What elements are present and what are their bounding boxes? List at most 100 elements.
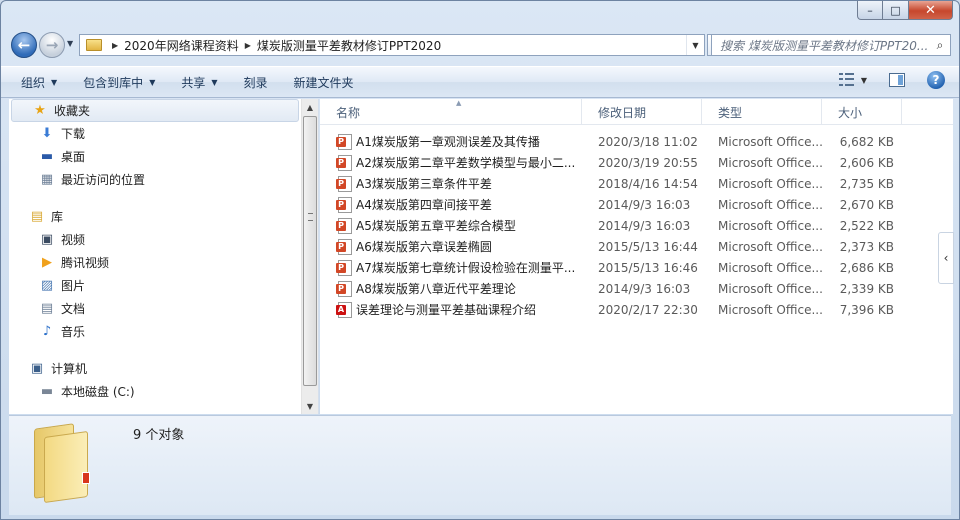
file-row[interactable]: A7煤炭版第七章统计假设检验在测量平... 2015/5/13 16:46 Micr…: [320, 257, 953, 278]
star-icon: ★: [34, 103, 46, 118]
change-view-icon[interactable]: [838, 73, 855, 87]
search-input[interactable]: 搜索 煤炭版测量平差教材修订PPT20...: [712, 37, 930, 54]
file-name: A7煤炭版第七章统计假设检验在测量平...: [356, 261, 576, 275]
file-date: 2020/3/18 11:02: [598, 134, 698, 149]
navigation-pane: ★ 收藏夹 ⬇ 下载 ▬ 桌面 ▦ 最近访问的位置 ▤ 库 ▣ 视频 ▶ 腾讯视频 ▨ 图片 ▤ 文档 ♪ 音乐 ▣ 计算…: [9, 99, 319, 414]
powerpoint-file-icon: [336, 238, 352, 255]
search-box[interactable]: 搜索 煤炭版测量平差教材修订PPT20... ⌕: [711, 34, 951, 56]
share-button[interactable]: 共享 ▼: [181, 74, 217, 91]
file-type: Microsoft Office...: [718, 239, 822, 254]
file-date: 2020/3/19 20:55: [598, 155, 698, 170]
recent-places-icon: ▦: [40, 172, 54, 187]
sidebar-group-computer[interactable]: ▣ 计算机: [9, 357, 301, 380]
maximize-button[interactable]: □: [883, 1, 909, 20]
column-header-date[interactable]: 修改日期: [582, 99, 702, 125]
file-size: 2,606 KB: [839, 155, 894, 170]
sidebar-group-label: 计算机: [51, 362, 88, 376]
powerpoint-file-icon: [336, 154, 352, 171]
column-header-row: ▲ 名称 修改日期 类型 大小: [320, 99, 953, 125]
file-size: 2,522 KB: [839, 218, 894, 233]
address-bar[interactable]: ▶ 2020年网络课程资料 ▶ 煤炭版测量平差教材修订PPT2020 ▼: [79, 34, 705, 56]
nav-scrollbar[interactable]: ▲ ▼: [301, 99, 318, 414]
powerpoint-file-icon: [336, 133, 352, 150]
folder-icon: [34, 423, 90, 504]
file-row[interactable]: A1煤炭版第一章观测误差及其传播 2020/3/18 11:02 Microsoft…: [320, 131, 953, 152]
organize-button[interactable]: 组织 ▼: [21, 74, 57, 91]
column-header-name[interactable]: ▲ 名称: [320, 99, 582, 125]
scroll-thumb[interactable]: [303, 116, 317, 386]
video-icon: ▣: [40, 232, 54, 247]
powerpoint-file-icon: [336, 196, 352, 213]
file-name: A3煤炭版第三章条件平差: [356, 177, 492, 191]
file-row[interactable]: A8煤炭版第八章近代平差理论 2014/9/3 16:03 Microsoft Of…: [320, 278, 953, 299]
new-folder-button[interactable]: 新建文件夹: [294, 74, 354, 91]
computer-icon: ▣: [30, 361, 44, 376]
sidebar-group-label: 库: [51, 210, 64, 224]
close-button[interactable]: ✕: [909, 1, 953, 20]
file-date: 2014/9/3 16:03: [598, 281, 691, 296]
file-row[interactable]: A3煤炭版第三章条件平差 2018/4/16 14:54 Microsoft Off…: [320, 173, 953, 194]
column-header-size[interactable]: 大小: [822, 99, 902, 125]
navigation-tree: ★ 收藏夹 ⬇ 下载 ▬ 桌面 ▦ 最近访问的位置 ▤ 库 ▣ 视频 ▶ 腾讯视频 ▨ 图片 ▤ 文档 ♪ 音乐 ▣ 计算…: [9, 99, 301, 403]
sidebar-item[interactable]: ▶ 腾讯视频: [9, 251, 301, 274]
file-name: A6煤炭版第六章误差椭圆: [356, 240, 492, 254]
file-type: Microsoft Office...: [718, 197, 822, 212]
sidebar-item-label: 音乐: [61, 325, 86, 339]
scroll-up-button[interactable]: ▲: [302, 99, 318, 115]
file-name-cell: A2煤炭版第二章平差数学模型与最小二...: [320, 154, 582, 171]
breadcrumb-separator[interactable]: ▶: [245, 41, 251, 50]
address-dropdown-button[interactable]: ▼: [686, 35, 704, 55]
back-button[interactable]: ←: [11, 32, 37, 58]
file-size: 2,339 KB: [839, 281, 894, 296]
recent-pages-button[interactable]: ▼: [67, 39, 73, 48]
sidebar-item[interactable]: ▬ 桌面: [9, 145, 301, 168]
share-label: 共享: [181, 75, 206, 90]
forward-button[interactable]: →: [39, 32, 65, 58]
file-name-cell: A1煤炭版第一章观测误差及其传播: [320, 133, 582, 150]
file-size: 2,373 KB: [839, 239, 894, 254]
sidebar-item[interactable]: ▤ 文档: [9, 297, 301, 320]
file-size: 7,396 KB: [839, 302, 894, 317]
file-date: 2018/4/16 14:54: [598, 176, 698, 191]
file-size: 2,686 KB: [839, 260, 894, 275]
minimize-button[interactable]: –: [857, 1, 883, 20]
sidebar-item[interactable]: ▬ 本地磁盘 (C:): [9, 380, 301, 403]
breadcrumb-item[interactable]: 2020年网络课程资料: [124, 37, 239, 54]
file-row[interactable]: A2煤炭版第二章平差数学模型与最小二... 2020/3/19 20:55 Micr…: [320, 152, 953, 173]
search-icon[interactable]: ⌕: [930, 38, 950, 53]
preview-pane-icon[interactable]: [889, 73, 905, 87]
column-name-label: 名称: [336, 105, 361, 120]
file-name: A2煤炭版第二章平差数学模型与最小二...: [356, 156, 576, 170]
burn-button[interactable]: 刻录: [244, 74, 268, 91]
breadcrumb-item[interactable]: 煤炭版测量平差教材修订PPT2020: [257, 37, 441, 54]
file-row[interactable]: A4煤炭版第四章间接平差 2014/9/3 16:03 Microsoft Offi…: [320, 194, 953, 215]
view-options-button[interactable]: ▼: [861, 76, 867, 85]
sidebar-item[interactable]: ♪ 音乐: [9, 320, 301, 343]
breadcrumb-separator[interactable]: ▶: [112, 41, 118, 50]
sidebar-item-label: 文档: [61, 302, 86, 316]
file-size: 2,670 KB: [839, 197, 894, 212]
include-in-library-button[interactable]: 包含到库中 ▼: [83, 74, 155, 91]
sidebar-item[interactable]: ▦ 最近访问的位置: [9, 168, 301, 191]
powerpoint-file-icon: [336, 175, 352, 192]
file-row[interactable]: A5煤炭版第五章平差综合模型 2014/9/3 16:03 Microsoft Of…: [320, 215, 953, 236]
sidebar-item[interactable]: ▣ 视频: [9, 228, 301, 251]
sidebar-item[interactable]: ▨ 图片: [9, 274, 301, 297]
chevron-down-icon: ▼: [211, 77, 218, 87]
file-row[interactable]: A6煤炭版第六章误差椭圆 2015/5/13 16:44 Microsoft Off…: [320, 236, 953, 257]
sort-ascending-icon: ▲: [456, 99, 462, 107]
file-row[interactable]: 误差理论与测量平差基础课程介绍 2020/2/17 22:30 Microsoft …: [320, 299, 953, 320]
file-name-cell: A8煤炭版第八章近代平差理论: [320, 280, 582, 297]
help-icon[interactable]: ?: [927, 71, 945, 89]
sidebar-group-libraries[interactable]: ▤ 库: [9, 205, 301, 228]
file-rows: A1煤炭版第一章观测误差及其传播 2020/3/18 11:02 Microsoft…: [320, 131, 953, 320]
column-header-type[interactable]: 类型: [702, 99, 822, 125]
sidebar-group-favorites[interactable]: ★ 收藏夹: [11, 99, 299, 122]
sidebar-item-label: 视频: [61, 233, 86, 247]
file-name: 误差理论与测量平差基础课程介绍: [356, 303, 537, 317]
sidebar-item[interactable]: ⬇ 下载: [9, 122, 301, 145]
powerpoint-file-icon: [336, 280, 352, 297]
command-bar: 组织 ▼ 包含到库中 ▼ 共享 ▼ 刻录 新建文件夹 ▼ ?: [1, 66, 959, 98]
collapse-pane-button[interactable]: ‹: [938, 232, 954, 284]
scroll-down-button[interactable]: ▼: [302, 398, 318, 414]
